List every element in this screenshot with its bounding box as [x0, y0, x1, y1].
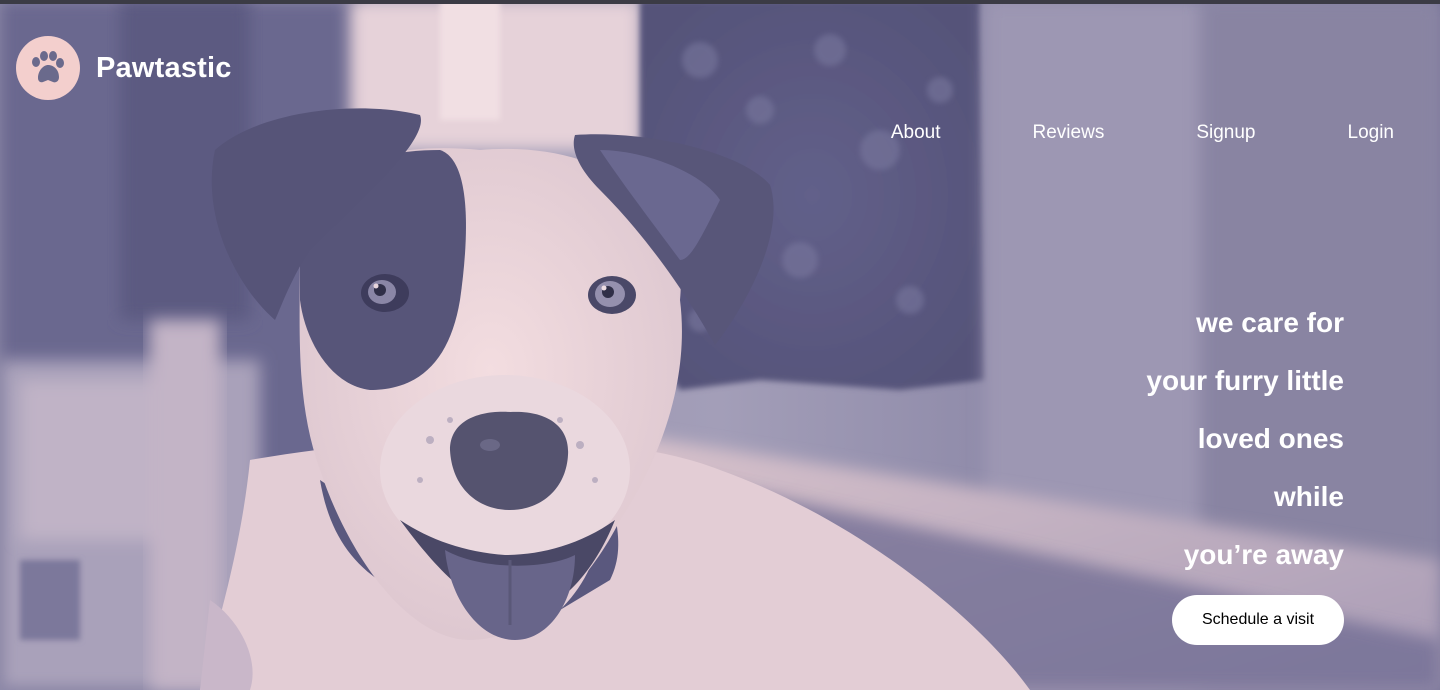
nav-link-reviews[interactable]: Reviews — [1033, 122, 1105, 144]
tagline-line: we care for — [1196, 307, 1344, 338]
hero-section: Pawtastic About Reviews Signup Login we … — [0, 0, 1440, 690]
logo-badge — [16, 36, 80, 100]
brand-logo[interactable]: Pawtastic — [16, 36, 232, 100]
tagline-line: your furry little — [1146, 365, 1344, 396]
nav-link-signup[interactable]: Signup — [1196, 122, 1255, 144]
nav-link-login[interactable]: Login — [1348, 122, 1395, 144]
main-nav: About Reviews Signup Login — [891, 122, 1394, 144]
top-border — [0, 0, 1440, 4]
tagline-line: you’re away — [1183, 539, 1344, 570]
tagline-line: while — [1273, 481, 1344, 512]
schedule-visit-button[interactable]: Schedule a visit — [1172, 595, 1344, 645]
nav-link-about[interactable]: About — [891, 122, 941, 144]
tagline-line: loved ones — [1197, 423, 1344, 454]
brand-name: Pawtastic — [96, 51, 232, 84]
paw-icon — [32, 51, 64, 83]
hero-tagline: we care for your furry little loved ones… — [1146, 300, 1344, 590]
